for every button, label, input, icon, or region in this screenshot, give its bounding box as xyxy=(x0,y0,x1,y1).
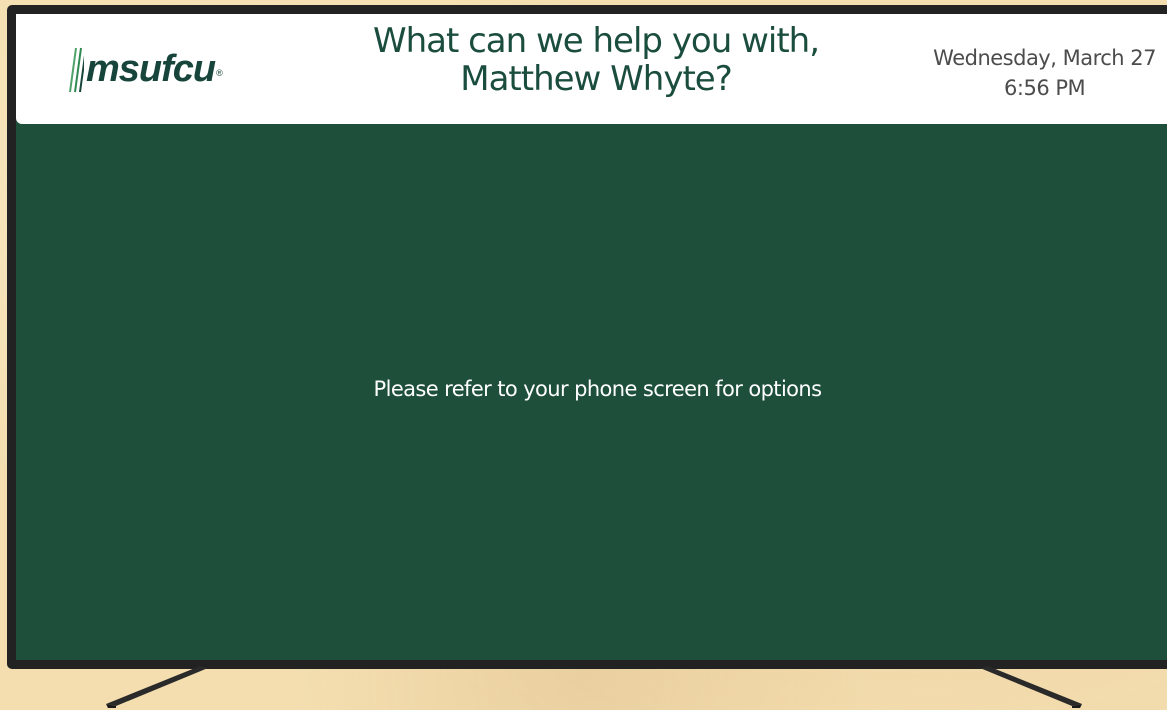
logo-registered-mark: ® xyxy=(216,68,223,78)
msufcu-logo: msufcu ® xyxy=(62,44,223,94)
tv-frame: msufcu ® What can we help you with, Matt… xyxy=(7,5,1167,669)
logo-slashes-icon xyxy=(69,47,84,93)
tv-screen: msufcu ® What can we help you with, Matt… xyxy=(16,14,1167,660)
tv-stand-leg-icon xyxy=(980,666,1082,708)
phone-instruction-message: Please refer to your phone screen for op… xyxy=(373,377,823,401)
date-time-display: Wednesday, March 27 6:56 PM xyxy=(933,43,1156,103)
logo-text: msufcu xyxy=(86,48,216,90)
greeting-line-1: What can we help you with, xyxy=(372,21,820,61)
tv-stand-leg-icon xyxy=(106,666,208,708)
greeting-line-2: Matthew Whyte? xyxy=(460,59,733,99)
time-text: 6:56 PM xyxy=(1004,76,1086,100)
header-bar: msufcu ® What can we help you with, Matt… xyxy=(16,14,1167,124)
date-text: Wednesday, March 27 xyxy=(933,46,1156,70)
greeting-title: What can we help you with, Matthew Whyte… xyxy=(316,22,876,98)
